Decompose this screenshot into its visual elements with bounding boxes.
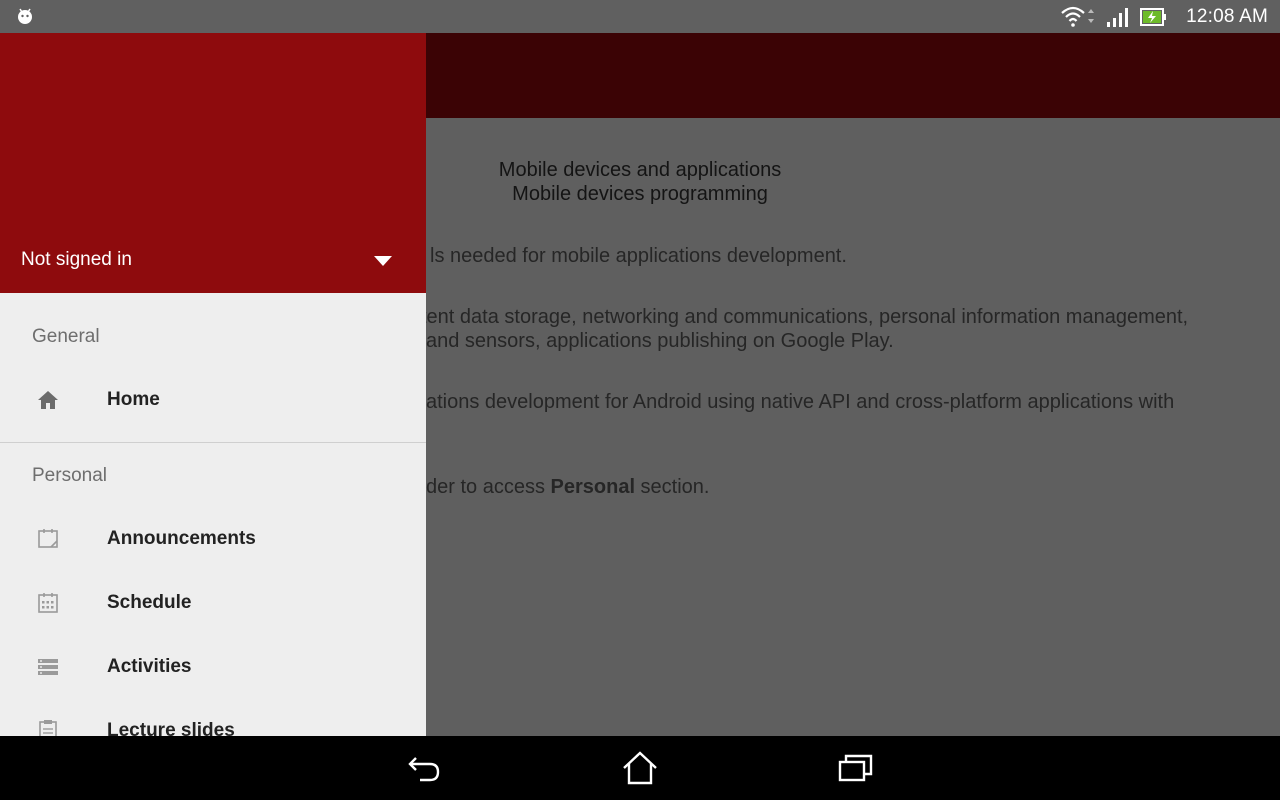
navigation-drawer: Not signed in General Home Personal Anno… bbox=[0, 33, 426, 736]
nav-item-activities-label: Activities bbox=[107, 656, 192, 677]
sign-in-hint-prefix: der to access bbox=[426, 476, 551, 498]
dropdown-arrow-icon bbox=[374, 256, 392, 266]
clipboard-icon bbox=[39, 720, 57, 736]
nav-item-announcements-label: Announcements bbox=[107, 528, 256, 549]
sign-in-hint-suffix: section. bbox=[635, 476, 710, 498]
status-clock: 12:08 AM bbox=[1186, 5, 1268, 27]
android-debug-icon bbox=[18, 8, 32, 24]
recents-icon bbox=[838, 754, 873, 782]
section-title-personal: Personal bbox=[32, 465, 107, 486]
battery-charging-icon bbox=[1140, 7, 1167, 26]
list-icon bbox=[38, 659, 58, 675]
nav-item-lecture-slides[interactable]: Lecture slides bbox=[0, 703, 426, 736]
system-navigation-bar bbox=[0, 736, 1280, 800]
nav-item-schedule[interactable]: Schedule bbox=[0, 575, 426, 631]
section-title-general: General bbox=[32, 326, 100, 347]
back-button[interactable] bbox=[404, 750, 444, 786]
description-paragraph-2-line-1: stent data storage, networking and commu… bbox=[411, 306, 1189, 328]
status-bar: 12:08 AM bbox=[0, 0, 1280, 33]
nav-item-lecture-slides-label: Lecture slides bbox=[107, 720, 235, 736]
account-dropdown-button[interactable] bbox=[368, 247, 398, 275]
home-button[interactable] bbox=[620, 750, 660, 786]
sign-in-hint-bold: Personal bbox=[550, 476, 635, 498]
home-nav-icon bbox=[623, 751, 657, 785]
calendar-icon bbox=[38, 593, 58, 613]
nav-item-announcements[interactable]: Announcements bbox=[0, 511, 426, 567]
description-paragraph-3: ations development for Android using nat… bbox=[426, 391, 1175, 413]
announcement-icon bbox=[38, 529, 58, 548]
recents-button[interactable] bbox=[836, 750, 876, 786]
nav-item-home-label: Home bbox=[107, 389, 160, 410]
screen: 12:08 AM Mobile devices and applications… bbox=[0, 0, 1280, 800]
description-paragraph-1: ls needed for mobile applications develo… bbox=[430, 245, 847, 267]
status-icons: 12:08 AM bbox=[1060, 0, 1268, 33]
wifi-icon bbox=[1061, 6, 1095, 27]
nav-item-home[interactable]: Home bbox=[0, 372, 426, 428]
signal-icon bbox=[1107, 7, 1129, 27]
drawer-divider bbox=[0, 442, 426, 443]
nav-item-activities[interactable]: Activities bbox=[0, 639, 426, 695]
home-icon bbox=[38, 391, 58, 409]
sign-in-hint: der to access Personal section. bbox=[426, 475, 1280, 499]
drawer-header: Not signed in bbox=[0, 33, 426, 293]
description-paragraph-2-line-2: and sensors, applications publishing on … bbox=[426, 330, 894, 352]
back-icon bbox=[408, 757, 440, 782]
account-status-label: Not signed in bbox=[21, 249, 132, 270]
nav-item-schedule-label: Schedule bbox=[107, 592, 192, 613]
